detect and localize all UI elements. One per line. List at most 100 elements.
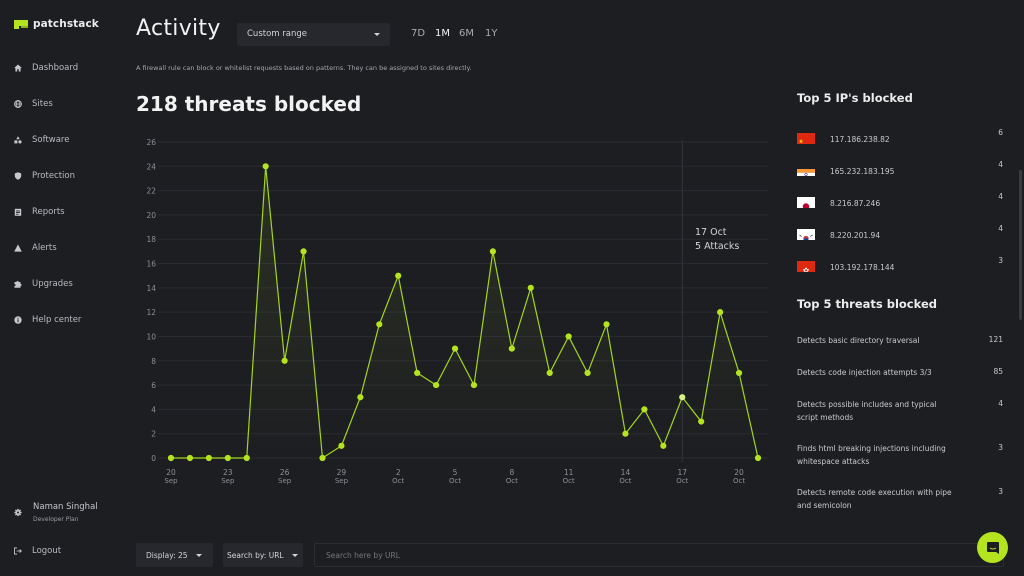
chevron-down-icon: [195, 553, 202, 557]
south-korea-flag-icon: [797, 229, 815, 240]
threat-label: Detects code injection attempts 3/3: [797, 368, 932, 377]
x-tick-label: Sep: [164, 477, 178, 485]
hong-kong-flag-icon: [797, 261, 815, 272]
x-tick-label: 20: [166, 468, 176, 477]
sidebar-item-protection[interactable]: Protection: [14, 171, 75, 181]
search-by-value: Search by: URL: [227, 550, 284, 560]
top-threats-title: Top 5 threats blocked: [797, 297, 937, 311]
y-tick-label: 14: [146, 284, 156, 293]
sidebar-item-label: Protection: [32, 171, 76, 181]
sidebar-item-label: Alerts: [32, 243, 57, 253]
threat-count: 3: [998, 487, 1003, 496]
x-tick-label: 14: [621, 468, 631, 477]
y-tick-label: 6: [151, 381, 156, 390]
tooltip-value: 5 Attacks: [695, 241, 740, 252]
data-point: [584, 369, 591, 377]
clipboard-icon: [14, 208, 22, 216]
scrollbar[interactable]: [1019, 170, 1022, 320]
y-tick-label: 2: [151, 430, 156, 439]
page-description: A firewall rule can block or whitelist r…: [136, 64, 472, 72]
gear-icon[interactable]: [14, 508, 22, 517]
sidebar-item-help-center[interactable]: Help center: [14, 315, 81, 325]
period-7d[interactable]: 7D: [411, 28, 425, 39]
india-flag-icon: [797, 165, 815, 176]
tooltip-date: 17 Oct: [695, 227, 727, 238]
period-6m[interactable]: 6M: [459, 28, 474, 39]
display-count-select[interactable]: Display: 25: [136, 543, 213, 567]
x-tick-label: Oct: [506, 477, 518, 485]
ip-block-count: 3: [998, 256, 1003, 265]
y-tick-label: 0: [151, 454, 156, 463]
period-1y[interactable]: 1Y: [485, 28, 497, 39]
threat-row[interactable]: Finds html breaking injections including…: [797, 443, 1003, 468]
ip-block-count: 6: [998, 128, 1003, 137]
threat-row[interactable]: Detects remote code execution with pipe …: [797, 487, 1003, 512]
user-profile[interactable]: Naman Singhal Developer Plan: [14, 502, 98, 523]
sidebar-item-label: Reports: [32, 207, 65, 217]
logo[interactable]: patchstack: [14, 18, 99, 30]
ip-row[interactable]: 117.186.238.82 6: [797, 128, 1003, 149]
brand-name: patchstack: [33, 18, 99, 30]
ip-row[interactable]: 8.216.87.246 4: [797, 192, 1003, 213]
activity-chart: 02468101214161820222426 20Sep23Sep26Sep2…: [146, 138, 768, 485]
data-point: [319, 454, 326, 462]
x-tick-label: 17: [677, 468, 687, 477]
threat-row[interactable]: Detects code injection attempts 3/3 85: [797, 367, 1003, 380]
chevron-down-icon: [374, 33, 380, 36]
ip-row[interactable]: 165.232.183.195 4: [797, 160, 1003, 181]
ip-address: 117.186.238.82: [830, 135, 890, 144]
data-point: [262, 163, 269, 170]
ip-row[interactable]: 8.220.201.94 4: [797, 224, 1003, 245]
x-tick-label: 5: [453, 468, 458, 477]
data-point: [679, 394, 686, 401]
x-tick-label: Oct: [563, 477, 575, 485]
period-1m[interactable]: 1M: [435, 28, 450, 39]
chat-button[interactable]: [977, 532, 1008, 563]
ip-block-count: 4: [998, 224, 1003, 233]
date-range-value: Custom range: [247, 29, 307, 39]
data-point: [395, 272, 402, 279]
sidebar-item-software[interactable]: Software: [14, 135, 69, 145]
sidebar-item-dashboard[interactable]: Dashboard: [14, 63, 78, 73]
data-point: [338, 442, 345, 449]
logout-button[interactable]: Logout: [14, 546, 61, 556]
data-point: [735, 369, 743, 377]
ip-row[interactable]: 103.192.178.144 3: [797, 256, 1003, 277]
data-point: [357, 394, 364, 401]
search-by-select[interactable]: Search by: URL: [223, 543, 303, 567]
x-tick-label: 26: [280, 468, 290, 477]
sidebar-item-label: Upgrades: [32, 279, 73, 289]
x-tick-label: Sep: [335, 477, 349, 485]
y-tick-label: 18: [146, 235, 156, 244]
sidebar-item-label: Dashboard: [32, 63, 79, 73]
threat-row[interactable]: Detects basic directory traversal 121: [797, 335, 1003, 348]
x-tick-label: 20: [734, 468, 744, 477]
x-tick-label: Oct: [619, 477, 631, 485]
data-point: [414, 369, 421, 377]
data-point: [565, 333, 572, 340]
sidebar-item-upgrades[interactable]: Upgrades: [14, 279, 73, 289]
data-point: [224, 454, 231, 462]
sidebar-item-reports[interactable]: Reports: [14, 207, 65, 217]
data-point: [167, 454, 175, 462]
threat-row[interactable]: Detects possible includes and typical sc…: [797, 399, 1003, 424]
sidebar-item-sites[interactable]: Sites: [14, 99, 53, 109]
ip-block-count: 4: [998, 192, 1003, 201]
x-tick-label: Oct: [733, 477, 745, 485]
x-tick-label: 2: [396, 468, 401, 477]
y-tick-label: 20: [146, 211, 156, 220]
date-range-select[interactable]: Custom range: [237, 23, 390, 46]
display-count-value: Display: 25: [146, 550, 188, 560]
x-tick-label: 11: [564, 468, 574, 477]
home-icon: [14, 64, 22, 72]
x-tick-label: 23: [223, 468, 233, 477]
logout-icon: [14, 547, 22, 555]
x-tick-label: Sep: [278, 477, 292, 485]
sidebar-item-alerts[interactable]: Alerts: [14, 243, 57, 253]
x-tick-label: Oct: [676, 477, 688, 485]
threat-label: Detects remote code execution with pipe …: [797, 488, 952, 510]
x-tick-label: Oct: [449, 477, 461, 485]
y-tick-label: 4: [151, 405, 156, 414]
ip-address: 8.216.87.246: [830, 199, 881, 208]
threat-count: 85: [993, 367, 1003, 376]
